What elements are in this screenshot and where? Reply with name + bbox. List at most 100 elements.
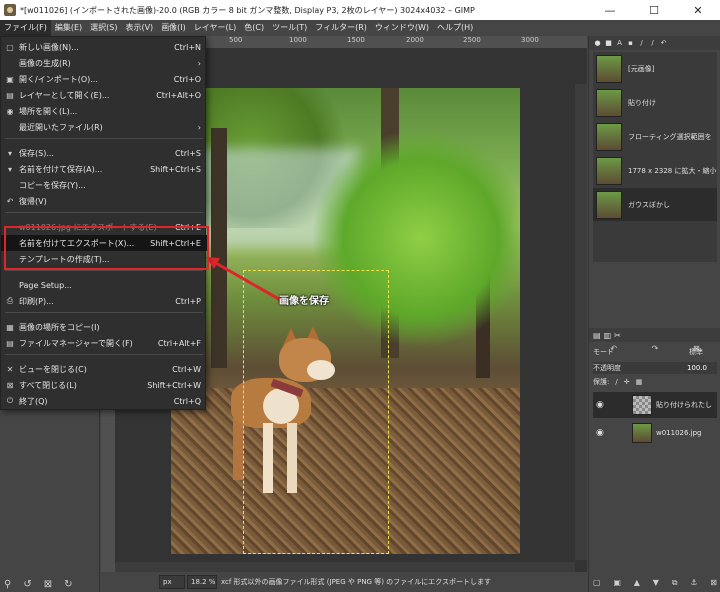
- menu-image[interactable]: 画像(I): [157, 20, 190, 36]
- menu-item-open[interactable]: ▣ 開く/インポート(O)... Ctrl+O: [1, 71, 207, 87]
- menu-separator: [5, 270, 203, 271]
- close-button[interactable]: ✕: [676, 0, 720, 20]
- menu-colors[interactable]: 色(C): [240, 20, 268, 36]
- lock-position-icon[interactable]: ✛: [624, 378, 630, 386]
- visibility-eye-icon[interactable]: ◉: [596, 428, 610, 438]
- layer-item[interactable]: ◉ w011026.jpg: [593, 420, 717, 446]
- menu-item-show-in-file-manager[interactable]: ▤ ファイルマネージャーで開く(F) Ctrl+Alt+F: [1, 335, 207, 351]
- visibility-eye-icon[interactable]: ◉: [596, 400, 610, 410]
- menu-item-close-all[interactable]: ⊠ すべて閉じる(L) Shift+Ctrl+W: [1, 377, 207, 393]
- revert-icon: ↶: [6, 196, 14, 206]
- globe-icon: ◉: [6, 106, 14, 116]
- pattern-icon[interactable]: ■: [604, 39, 613, 48]
- layers-open-icon: ▤: [6, 90, 14, 100]
- lower-layer-icon[interactable]: ▼: [653, 578, 659, 588]
- history-item[interactable]: フローティング選択範囲を: [593, 120, 717, 153]
- channels-icon[interactable]: ▥: [604, 331, 612, 340]
- menu-separator: [5, 312, 203, 313]
- lock-row: 保護: / ✛ ▦: [593, 378, 643, 386]
- duplicate-layer-icon[interactable]: ⧉: [672, 578, 678, 588]
- file-menu-dropdown: ▢ 新しい画像(N)... Ctrl+N 画像の生成(R) › ▣ 開く/インポート(O…: [0, 36, 207, 410]
- menu-item-new[interactable]: ▢ 新しい画像(N)... Ctrl+N: [1, 39, 207, 55]
- menu-item-revert[interactable]: ↶ 復帰(V): [1, 193, 207, 209]
- anchor-icon[interactable]: ⚓: [690, 578, 697, 588]
- file-manager-icon: ▤: [6, 338, 14, 348]
- open-icon: ▣: [6, 74, 14, 84]
- menu-item-open-recent[interactable]: 最近開いたファイル(R) ›: [1, 119, 207, 135]
- history-item[interactable]: 貼り付け: [593, 86, 717, 119]
- delete-icon[interactable]: ⊠: [44, 579, 52, 590]
- raise-layer-icon[interactable]: ▲: [634, 578, 640, 588]
- menu-select[interactable]: 選択(S): [86, 20, 121, 36]
- undo-icon[interactable]: ↺: [23, 579, 31, 590]
- pencil-icon[interactable]: /: [637, 39, 646, 48]
- brush-icon[interactable]: ●: [593, 39, 602, 48]
- tool-options-icon[interactable]: ⚲: [4, 579, 11, 590]
- layer-controls: ▢ ▣ ▲ ▼ ⧉ ⚓ ⊠: [593, 578, 717, 588]
- ruler-tick-label: 500: [229, 36, 243, 44]
- ruler-tick-label: 1500: [347, 36, 365, 44]
- menu-item-close-view[interactable]: ✕ ビューを閉じる(C) Ctrl+W: [1, 361, 207, 377]
- zoom-select[interactable]: 18.2 %: [187, 575, 217, 589]
- copy-location-icon: ▦: [6, 322, 14, 332]
- annotation-label: 画像を保存: [279, 296, 329, 307]
- menu-windows[interactable]: ウィンドウ(W): [371, 20, 433, 36]
- chevron-right-icon: ›: [197, 58, 201, 68]
- reset-icon[interactable]: ↻: [64, 579, 72, 590]
- layers-icon[interactable]: ▤: [593, 331, 601, 340]
- ruler-tick-label: 3000: [521, 36, 539, 44]
- opacity-slider[interactable]: 不透明度 100.0: [593, 362, 717, 374]
- paint-icon[interactable]: /: [648, 39, 657, 48]
- menu-item-quit[interactable]: ⏻ 終了(Q) Ctrl+Q: [1, 393, 207, 409]
- paths-icon[interactable]: ✂: [614, 331, 621, 340]
- floating-selection-outline: [243, 270, 389, 554]
- history-item[interactable]: 1778 x 2328 に拡大・縮小: [593, 154, 717, 187]
- menu-layer[interactable]: レイヤー(L): [190, 20, 240, 36]
- menu-separator: [5, 212, 203, 213]
- new-group-icon[interactable]: ▣: [613, 578, 621, 588]
- window-title: *[w011026] (インポートされた画像)-20.0 (RGB カラー 8 …: [20, 5, 475, 15]
- undo-history-list: [元画像] 貼り付け フローティング選択範囲を 1778 x 2328 に拡大・…: [593, 52, 717, 262]
- lock-pixels-icon[interactable]: /: [615, 378, 617, 386]
- layer-mode-select[interactable]: 標準: [689, 347, 703, 357]
- quit-icon: ⏻: [6, 396, 14, 405]
- maximize-button[interactable]: ☐: [632, 0, 676, 20]
- menu-tools[interactable]: ツール(T): [268, 20, 311, 36]
- menu-file[interactable]: ファイル(F): [0, 20, 51, 36]
- history-item[interactable]: ガウスぼかし: [593, 188, 717, 221]
- menu-view[interactable]: 表示(V): [121, 20, 157, 36]
- menu-item-open-location[interactable]: ◉ 場所を開く(L)...: [1, 103, 207, 119]
- dock-tabs-layers: ▤ ▥ ✂: [589, 328, 720, 342]
- ruler-tick-label: 1000: [289, 36, 307, 44]
- save-icon: ▾: [7, 148, 12, 158]
- menu-filters[interactable]: フィルター(R): [311, 20, 371, 36]
- menu-item-save-as[interactable]: ▾ 名前を付けて保存(A)... Shift+Ctrl+S: [1, 161, 207, 177]
- menu-item-copy-location[interactable]: ▦ 画像の場所をコピー(I): [1, 319, 207, 335]
- menu-item-save[interactable]: ▾ 保存(S)... Ctrl+S: [1, 145, 207, 161]
- annotation-arrow: [206, 257, 285, 304]
- new-image-icon: ▢: [6, 42, 14, 52]
- lock-alpha-icon[interactable]: ▦: [636, 378, 643, 386]
- menu-item-open-as-layers[interactable]: ▤ レイヤーとして開く(E)... Ctrl+Alt+O: [1, 87, 207, 103]
- menu-help[interactable]: ヘルプ(H): [433, 20, 477, 36]
- layer-mode-row[interactable]: モード 標準: [593, 346, 717, 358]
- delete-layer-icon[interactable]: ⊠: [710, 578, 717, 588]
- gradient-icon[interactable]: ▪: [626, 39, 635, 48]
- font-icon[interactable]: A: [615, 39, 624, 48]
- canvas-image[interactable]: [171, 88, 520, 554]
- undo-history-icon[interactable]: ↶: [659, 39, 668, 48]
- unit-select[interactable]: px: [159, 575, 185, 589]
- menu-edit[interactable]: 編集(E): [51, 20, 86, 36]
- right-dock: ● ■ A ▪ / / ↶ [元画像] 貼り付け フローティング選択範囲を 17…: [588, 36, 720, 592]
- horizontal-scrollbar[interactable]: [115, 562, 575, 572]
- menu-separator: [5, 138, 203, 139]
- history-item[interactable]: [元画像]: [593, 52, 717, 85]
- vertical-scrollbar[interactable]: [575, 84, 587, 560]
- layer-item[interactable]: ◉ 貼り付けられたし: [593, 392, 717, 418]
- minimize-button[interactable]: —: [588, 0, 632, 20]
- menu-item-save-copy[interactable]: コピーを保存(Y)...: [1, 177, 207, 193]
- menu-item-create[interactable]: 画像の生成(R) ›: [1, 55, 207, 71]
- new-layer-icon[interactable]: ▢: [593, 578, 601, 588]
- menu-item-print[interactable]: ⎙ 印刷(P)... Ctrl+P: [1, 293, 207, 309]
- menu-item-page-setup[interactable]: Page Setup...: [1, 277, 207, 293]
